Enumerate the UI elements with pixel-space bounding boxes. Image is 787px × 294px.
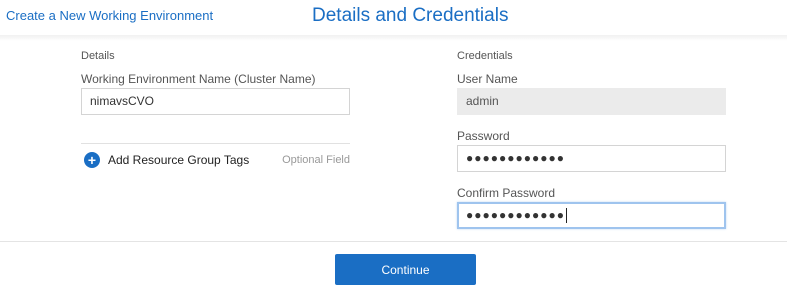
details-divider bbox=[81, 143, 350, 144]
footer-divider bbox=[0, 241, 787, 242]
details-section-header: Details bbox=[81, 50, 115, 62]
username-label: User Name bbox=[457, 72, 518, 86]
continue-button[interactable]: Continue bbox=[335, 254, 476, 285]
password-label: Password bbox=[457, 129, 510, 143]
text-caret bbox=[565, 208, 567, 224]
page-title: Details and Credentials bbox=[312, 5, 509, 26]
credentials-section-header: Credentials bbox=[457, 50, 513, 62]
add-tags-label: Add Resource Group Tags bbox=[108, 153, 250, 167]
confirm-password-mask: ●●●●●●●●●●●● bbox=[466, 208, 565, 222]
top-bar: Create a New Working Environment Details… bbox=[0, 0, 787, 41]
confirm-password-input[interactable]: ●●●●●●●●●●●● bbox=[457, 202, 726, 229]
optional-field-label: Optional Field bbox=[282, 154, 350, 166]
cluster-name-label: Working Environment Name (Cluster Name) bbox=[81, 72, 316, 86]
confirm-password-label: Confirm Password bbox=[457, 186, 556, 200]
page: Create a New Working Environment Details… bbox=[0, 0, 787, 294]
plus-circle-icon[interactable]: + bbox=[84, 152, 100, 168]
cluster-name-input[interactable]: nimavsCVO bbox=[81, 88, 350, 115]
back-link[interactable]: Create a New Working Environment bbox=[6, 8, 213, 23]
password-input[interactable]: ●●●●●●●●●●●● bbox=[457, 145, 726, 172]
add-resource-group-tags[interactable]: + Add Resource Group Tags Optional Field bbox=[84, 152, 350, 170]
username-input: admin bbox=[457, 88, 726, 115]
